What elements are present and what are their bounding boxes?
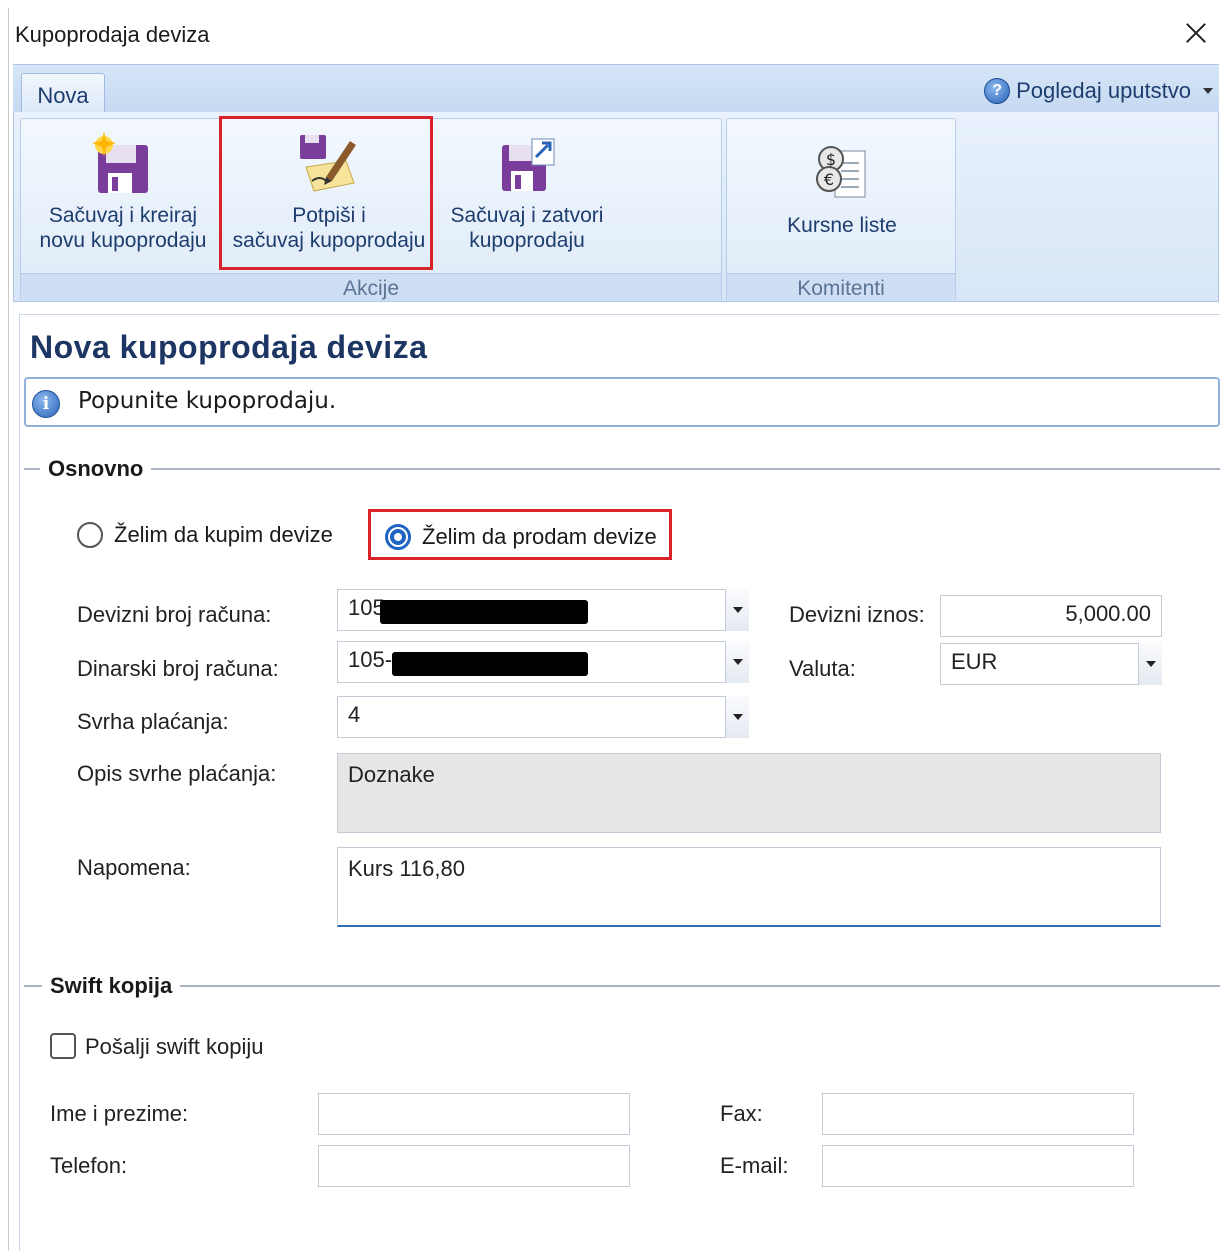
radio-sell-label: Želim da prodam devize [422, 524, 657, 549]
telefon-field[interactable] [318, 1145, 630, 1187]
svrha-value: 4 [348, 702, 361, 727]
group-komitenti: $ € Kursne liste Komitenti [726, 118, 956, 302]
ribbon-body: Sačuvaj i kreiraj novu kupoprodaju Potpi… [13, 112, 1219, 302]
info-icon: i [32, 390, 60, 418]
swift-copy-checkbox[interactable] [50, 1033, 76, 1059]
group-label-akcije: Akcije [21, 273, 721, 301]
fax-label: Fax: [720, 1101, 763, 1126]
dinarski-account-value: 105- [348, 647, 393, 672]
section-divider [24, 468, 1220, 470]
save-and-close-label-1: Sačuvaj i zatvori [450, 204, 604, 227]
svrha-select[interactable]: 4 [337, 696, 749, 738]
group-label-komitenti: Komitenti [727, 273, 955, 301]
help-icon: ? [984, 78, 1011, 104]
telefon-label: Telefon: [50, 1153, 128, 1178]
save-and-close-label-2: kupoprodaju [469, 229, 585, 252]
save-and-new-button[interactable]: Sačuvaj i kreiraj novu kupoprodaju [25, 131, 221, 253]
ime-label: Ime i prezime: [50, 1101, 189, 1126]
save-and-new-label-1: Sačuvaj i kreiraj [48, 204, 198, 227]
chevron-down-icon[interactable] [725, 641, 749, 683]
iznos-label: Devizni iznos: [789, 602, 925, 627]
redaction [380, 600, 588, 624]
highlight-sign-button [219, 116, 433, 270]
window-title: Kupoprodaja deviza [15, 22, 210, 47]
exchange-rates-label: Kursne liste [787, 214, 897, 237]
save-and-new-label-2: novu kupoprodaju [39, 229, 207, 252]
tab-nova[interactable]: Nova [21, 73, 105, 115]
ime-field[interactable] [318, 1093, 630, 1135]
exchange-rates-icon: $ € [809, 141, 875, 207]
help-button[interactable]: ? Pogledaj uputstvo [984, 77, 1213, 105]
chevron-down-icon[interactable] [725, 696, 749, 738]
valuta-select[interactable]: EUR [940, 643, 1162, 685]
valuta-label: Valuta: [789, 656, 856, 681]
dinarski-account-label: Dinarski broj računa: [77, 656, 279, 681]
swift-copy-label: Pošalji swift kopiju [85, 1034, 264, 1059]
section-title-swift: Swift kopija [42, 973, 181, 999]
section-title-osnovno: Osnovno [40, 456, 152, 482]
fax-field[interactable] [822, 1093, 1134, 1135]
svrha-label: Svrha plaćanja: [77, 709, 229, 734]
svg-text:€: € [824, 170, 834, 189]
radio-buy[interactable] [77, 522, 103, 548]
close-icon[interactable] [1181, 18, 1211, 48]
radio-sell[interactable] [385, 524, 411, 550]
napomena-field[interactable]: Kurs 116,80 [337, 847, 1161, 927]
main-content: Nova kupoprodaja deviza i Popunite kupop… [19, 314, 1220, 1251]
save-and-close-button[interactable]: Sačuvaj i zatvori kupoprodaju [437, 131, 617, 253]
chevron-down-icon[interactable] [725, 589, 749, 631]
opis-field: Doznake [337, 753, 1161, 833]
ribbon-tab-bar: Nova ? Pogledaj uputstvo [13, 64, 1219, 115]
valuta-value: EUR [951, 649, 998, 674]
redaction [392, 652, 588, 676]
email-label: E-mail: [720, 1153, 789, 1178]
devizni-account-label: Devizni broj računa: [77, 602, 272, 627]
chevron-down-icon [1203, 88, 1213, 94]
devizni-account-select[interactable]: 105 [337, 589, 749, 631]
radio-buy-label: Želim da kupim devize [114, 522, 333, 547]
exchange-rates-button[interactable]: $ € Kursne liste [737, 141, 947, 238]
dinarski-account-select[interactable]: 105- [337, 641, 749, 683]
page-title: Nova kupoprodaja deviza [30, 329, 428, 365]
iznos-field[interactable]: 5,000.00 [940, 595, 1162, 637]
napomena-label: Napomena: [77, 855, 191, 880]
chevron-down-icon[interactable] [1138, 643, 1162, 685]
help-label: Pogledaj uputstvo [1016, 78, 1191, 103]
save-close-icon [494, 131, 560, 197]
kupoprodaja-window: Kupoprodaja deviza Nova ? Pogledaj uputs… [8, 8, 1220, 1251]
save-new-icon [90, 131, 156, 197]
info-text: Popunite kupoprodaju. [78, 388, 337, 414]
email-field[interactable] [822, 1145, 1134, 1187]
info-bar: i Popunite kupoprodaju. [24, 377, 1220, 427]
opis-label: Opis svrhe plaćanja: [77, 761, 277, 786]
section-divider [24, 985, 1220, 987]
title-bar: Kupoprodaja deviza [9, 8, 1220, 60]
